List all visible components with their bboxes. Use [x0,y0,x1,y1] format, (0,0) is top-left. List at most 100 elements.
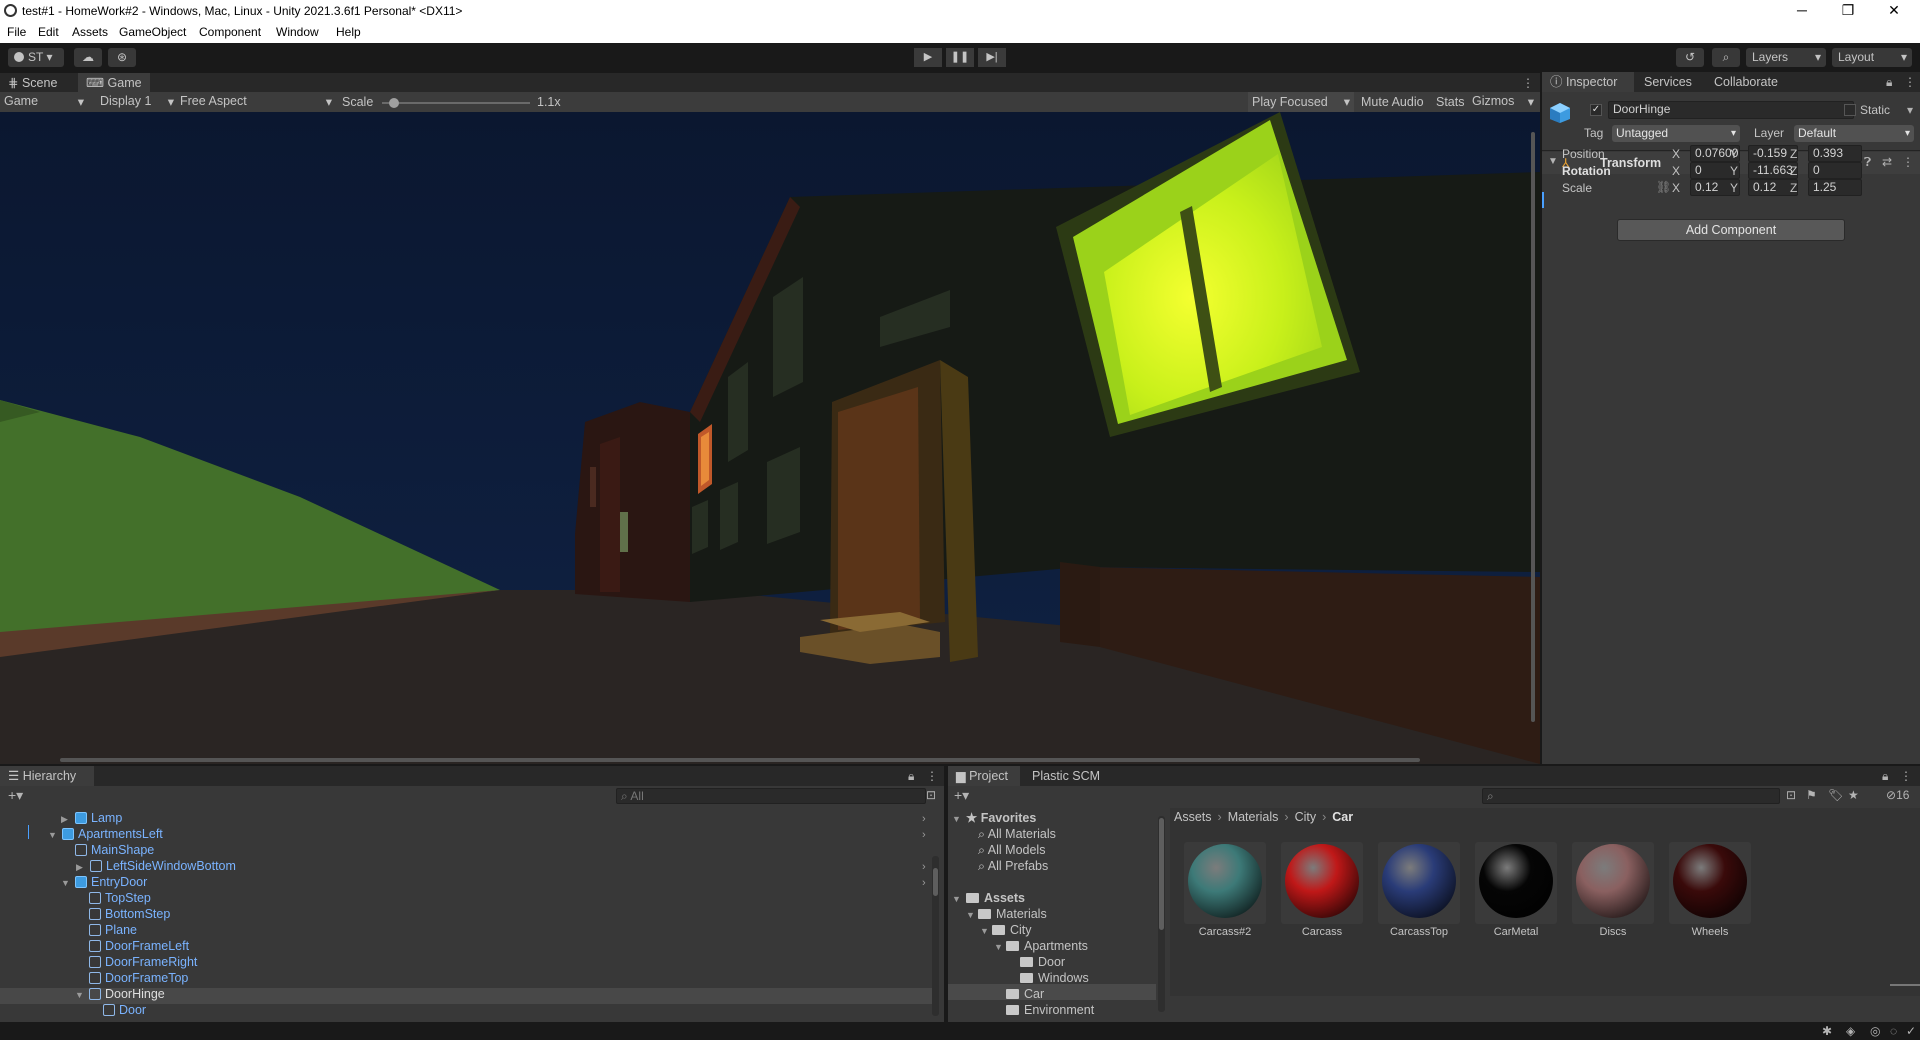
play-button[interactable]: ▶ [914,48,942,67]
chevron-down-icon[interactable]: ▼ [75,990,84,1000]
breadcrumb-item[interactable]: City [1295,810,1317,824]
tab-services[interactable]: Services [1636,72,1700,92]
minimize-button[interactable]: ─ [1779,0,1825,22]
tab-game[interactable]: ⌨ Game [78,73,150,93]
hierarchy-item[interactable]: Lamp [75,810,122,826]
cloud-button[interactable]: ☁ [74,48,102,67]
material-thumbnail[interactable] [1572,842,1654,924]
folder-item[interactable]: Car [1006,986,1044,1002]
more-icon[interactable]: ⋮ [1900,769,1912,783]
cache-icon[interactable]: ◈ [1846,1024,1855,1038]
material-name[interactable]: Wheels [1662,926,1758,938]
chevron-right-icon[interactable]: › [922,877,926,889]
rotation-z-field[interactable]: 0 [1808,162,1862,179]
check-icon[interactable]: ✓ [1906,1024,1916,1038]
account-button[interactable]: ST ▾ [8,48,64,67]
menu-window[interactable]: Window [276,25,319,39]
folder-item[interactable]: Windows [1020,970,1089,986]
layout-dropdown[interactable]: Layout ▾ [1832,48,1912,67]
hierarchy-scroll-thumb[interactable] [933,868,938,896]
more-icon[interactable]: ⋮ [1522,76,1534,90]
more-icon[interactable]: ⋮ [1902,155,1914,169]
scale-slider[interactable] [382,98,530,108]
progress-icon[interactable]: ◌ [1890,1024,1897,1038]
chevron-right-icon[interactable]: › [922,829,926,841]
tab-project[interactable]: ▆ Project [948,766,1020,786]
object-name-field[interactable]: DoorHinge [1608,101,1854,119]
bug-icon[interactable]: ✱ [1822,1024,1832,1038]
tab-collaborate[interactable]: Collaborate [1706,72,1786,92]
chevron-down-icon[interactable]: ▼ [48,830,57,840]
display-dropdown[interactable]: Display 1 ▾ [100,94,174,111]
close-button[interactable]: ✕ [1871,0,1917,22]
hierarchy-item[interactable]: BottomStep [89,906,170,922]
zoom-slider[interactable] [1890,984,1920,986]
history-button[interactable]: ↺ [1676,48,1704,67]
menu-assets[interactable]: Assets [72,25,108,39]
pause-button[interactable]: ❚❚ [946,48,974,67]
tab-plastic-scm[interactable]: Plastic SCM [1024,766,1108,786]
tab-hierarchy[interactable]: ☰ Hierarchy [0,766,94,786]
link-icon[interactable]: ⛓ [1656,180,1671,194]
menu-file[interactable]: File [7,25,26,39]
lock-icon[interactable]: 🔒︎ [1886,75,1892,90]
more-icon[interactable]: ⋮ [1904,75,1916,89]
more-icon[interactable]: ⋮ [926,769,938,783]
chevron-right-icon[interactable]: ▶ [76,862,83,873]
help-icon[interactable]: ❓︎ [1864,155,1871,170]
hierarchy-item[interactable]: Plane [89,922,137,938]
filter-icon[interactable]: ⚑ [1806,788,1817,802]
breadcrumb-item[interactable]: Car [1332,810,1353,824]
link-icon[interactable] [1617,207,1629,219]
material-name[interactable]: Carcass#2 [1177,926,1273,938]
hierarchy-item[interactable]: DoorFrameTop [89,970,188,986]
add-component-button[interactable]: Add Component [1617,219,1845,241]
favorites-header[interactable]: ★ Favorites [966,810,1036,826]
hierarchy-item[interactable]: ApartmentsLeft [62,826,163,842]
tree-scroll-thumb[interactable] [1159,818,1164,930]
active-checkbox[interactable]: ✓ [1590,104,1602,116]
hierarchy-item[interactable]: EntryDoor [75,874,147,890]
folder-item[interactable]: Door [1020,954,1065,970]
menu-help[interactable]: Help [336,25,361,39]
hierarchy-item[interactable]: DoorFrameLeft [89,938,189,954]
lock-icon[interactable]: 🔒︎ [1882,769,1888,784]
tab-inspector[interactable]: ⓘ Inspector [1542,72,1634,92]
material-thumbnail[interactable] [1669,842,1751,924]
menu-gameobject[interactable]: GameObject [119,25,186,39]
material-thumbnail[interactable] [1281,842,1363,924]
lock-icon[interactable]: 🔒︎ [908,769,914,784]
hidden-count[interactable]: ⊘16 [1886,788,1909,802]
add-icon[interactable]: +▾ [8,787,23,804]
aspect-dropdown[interactable]: Free Aspect ▾ [180,94,332,111]
tag-dropdown[interactable]: Untagged [1612,125,1740,142]
hierarchy-search-input[interactable]: ⌕ All [616,788,926,804]
chevron-down-icon[interactable]: ▼ [952,894,961,904]
tab-scene[interactable]: ⋕ Scene [0,73,76,93]
favorite-item[interactable]: ⌕ All Materials [978,826,1056,842]
favorite-item[interactable]: ⌕ All Prefabs [978,858,1048,874]
hierarchy-item[interactable]: DoorFrameRight [89,954,197,970]
chevron-right-icon[interactable]: ▶ [61,814,68,825]
label-icon[interactable]: 🏷︎ [1828,788,1843,802]
material-name[interactable]: CarcassTop [1371,926,1467,938]
material-thumbnail[interactable] [1475,842,1557,924]
hierarchy-item[interactable]: TopStep [89,890,151,906]
material-thumbnail[interactable] [1184,842,1266,924]
folder-item[interactable]: Materials [978,906,1047,922]
material-name[interactable]: Discs [1565,926,1661,938]
material-name[interactable]: CarMetal [1468,926,1564,938]
folder-item[interactable]: Environment [1006,1002,1094,1018]
chevron-down-icon[interactable]: ▼ [61,878,70,888]
search-by-type-icon[interactable]: ⊡ [1786,788,1796,802]
hierarchy-item[interactable]: MainShape [75,842,154,858]
material-thumbnail[interactable] [1378,842,1460,924]
layers-dropdown[interactable]: Layers ▾ [1746,48,1826,67]
add-icon[interactable]: +▾ [954,787,969,804]
folder-item[interactable]: City [992,922,1032,938]
assets-root[interactable]: Assets [966,890,1025,906]
collab-button[interactable]: ⊛ [108,48,136,67]
chevron-down-icon[interactable]: ▼ [966,910,975,920]
chevron-down-icon[interactable]: ▼ [980,926,989,936]
breadcrumb-item[interactable]: Materials [1228,810,1279,824]
